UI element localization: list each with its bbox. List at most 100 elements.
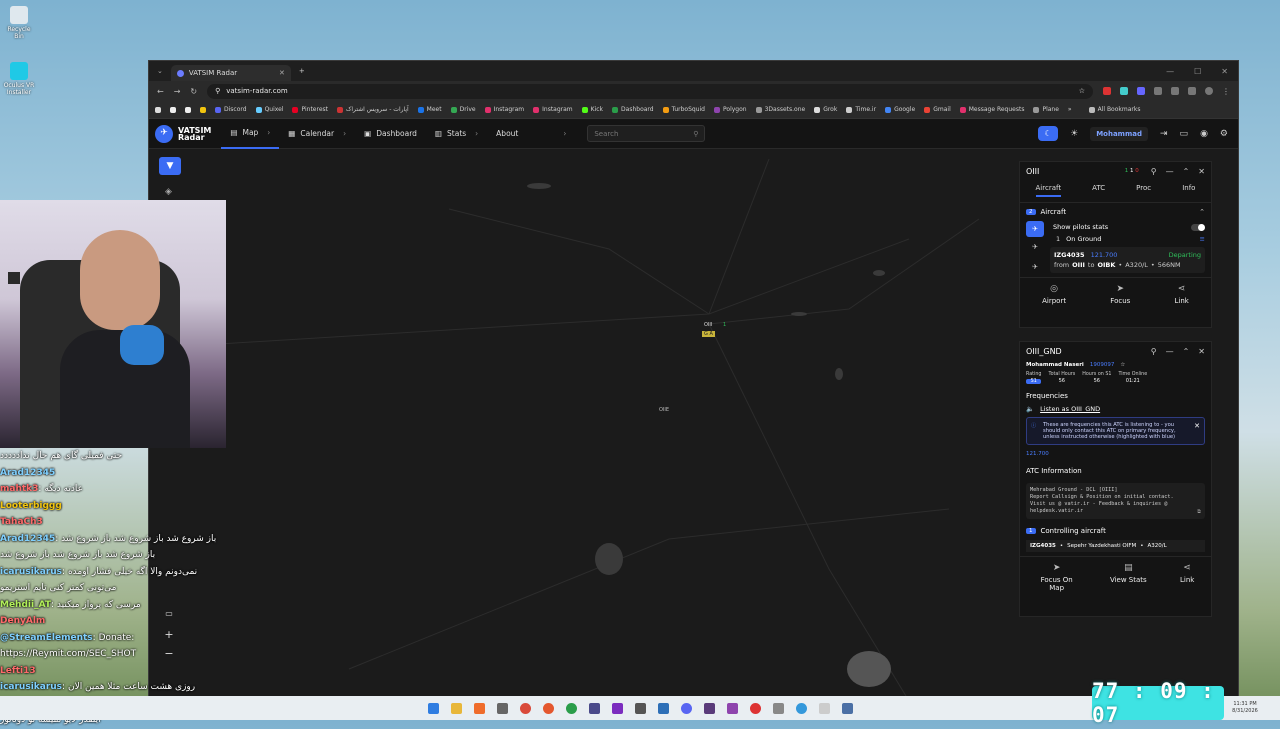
dark-theme-button[interactable]: ☾ — [1038, 126, 1059, 141]
oiie-map-label[interactable]: OIIE — [659, 407, 669, 413]
close-tab-icon[interactable]: ✕ — [279, 69, 285, 77]
chrome-icon[interactable] — [519, 702, 531, 714]
nav-stats[interactable]: ▥ Stats › — [426, 119, 487, 149]
close-panel-icon[interactable]: ✕ — [1198, 347, 1205, 356]
focus-button[interactable]: ➤ Focus — [1110, 284, 1130, 305]
bookmark-shortcut-icon[interactable] — [155, 106, 161, 113]
site-info-icon[interactable]: ⚲ — [215, 87, 220, 95]
extension-icon[interactable] — [1120, 87, 1128, 95]
address-bar[interactable]: ⚲ vatsim-radar.com ☆ — [207, 83, 1093, 99]
link-button[interactable]: ⋖ Link — [1180, 563, 1194, 592]
bookmark-item[interactable]: Meet — [417, 106, 442, 113]
tab-list-icon[interactable]: ⌄ — [149, 67, 171, 75]
link-button[interactable]: ⋖ Link — [1175, 284, 1189, 305]
reload-icon[interactable]: ↻ — [190, 87, 197, 96]
bookmark-item[interactable]: Polygon — [714, 106, 747, 113]
bookmark-item[interactable]: Discord — [215, 106, 247, 113]
radar-map[interactable]: OIII 1 G A OIIE ▼ ◈ ▭ + − OIII 1 1 0 ⚲ —… — [149, 149, 1238, 699]
chrome-active-icon[interactable] — [542, 702, 554, 714]
pin-icon[interactable]: ⚲ — [1151, 167, 1157, 176]
bookmark-item[interactable]: Instagram — [533, 106, 573, 113]
bookmark-item[interactable]: Message Requests — [959, 106, 1024, 113]
tab-info[interactable]: Info — [1182, 184, 1195, 197]
app-icon[interactable] — [795, 702, 807, 714]
tab-aircraft[interactable]: Aircraft — [1035, 184, 1062, 197]
close-alert-icon[interactable]: ✕ — [1194, 422, 1200, 430]
aircraft-section-header[interactable]: 2 Aircraft ⌃ — [1020, 203, 1211, 221]
nav-map[interactable]: ▤ Map › — [221, 119, 280, 149]
new-tab-icon[interactable]: + — [291, 67, 313, 75]
bookmark-item[interactable]: Quixel — [255, 106, 283, 113]
tab-proc[interactable]: Proc — [1136, 184, 1151, 197]
pin-icon[interactable]: ⚲ — [1151, 347, 1157, 356]
listen-link[interactable]: Listen as OIII_GND — [1040, 405, 1100, 413]
controller-cid[interactable]: 1909097 — [1090, 362, 1115, 368]
extension-icon[interactable] — [1154, 87, 1162, 95]
bookmark-item[interactable]: Dashboard — [612, 106, 654, 113]
show-pilots-stats-toggle[interactable] — [1191, 223, 1205, 231]
recycle-bin-icon[interactable]: Recycle Bin — [2, 6, 36, 40]
bookmark-item[interactable]: آپارات - سرویس اشتراک — [337, 106, 409, 113]
focus-on-map-button[interactable]: ➤ Focus On Map — [1037, 563, 1077, 592]
app-icon[interactable] — [818, 702, 830, 714]
browser-tab[interactable]: VATSIM Radar ✕ — [170, 65, 291, 81]
more-bookmarks-icon[interactable]: » — [1068, 106, 1072, 113]
app-icon[interactable] — [634, 702, 646, 714]
user-button[interactable]: Mohammad — [1090, 126, 1148, 141]
tab-atc[interactable]: ATC — [1092, 184, 1105, 197]
bookmark-star-icon[interactable]: ☆ — [1079, 87, 1085, 95]
bookmark-item[interactable]: 3Dassets.one — [755, 106, 805, 113]
minimize-panel-icon[interactable]: — — [1166, 167, 1174, 176]
bookmark-item[interactable]: Kick — [581, 106, 603, 113]
bookmark-shortcut-icon[interactable] — [200, 106, 206, 113]
oculus-installer-icon[interactable]: Oculus VR Installer — [2, 62, 36, 96]
discord-taskbar-icon[interactable] — [680, 702, 692, 714]
extension-icon[interactable] — [1103, 87, 1111, 95]
bookmark-item[interactable]: Instagram — [484, 106, 524, 113]
settings-gear-icon[interactable]: ⚙ — [1220, 129, 1228, 139]
settings-taskbar-icon[interactable] — [841, 702, 853, 714]
app-icon[interactable] — [772, 702, 784, 714]
vatsim-radar-logo[interactable]: ✈ VATSIM Radar — [149, 124, 221, 143]
nav-dashboard[interactable]: ▣ Dashboard — [355, 119, 426, 149]
favorite-star-icon[interactable]: ☆ — [1120, 362, 1125, 368]
bookmark-item[interactable]: Plane — [1033, 106, 1059, 113]
bookmark-item[interactable]: TurboSquid — [662, 106, 705, 113]
arriving-plane-icon[interactable]: ✈ — [1026, 243, 1044, 257]
airport-button[interactable]: ◎ Airport — [1042, 284, 1066, 305]
bookmark-item[interactable]: Time.ir — [846, 106, 876, 113]
vscode-icon[interactable] — [611, 702, 623, 714]
search-input[interactable]: Search ⚲ — [587, 125, 706, 142]
bookmark-item[interactable]: Google — [885, 106, 915, 113]
atc-facility-badge[interactable]: G A — [702, 331, 715, 337]
minimize-panel-icon[interactable]: — — [1166, 347, 1174, 356]
collapse-panel-icon[interactable]: ⌃ — [1183, 167, 1190, 176]
bookmark-item[interactable]: Grok — [814, 106, 837, 113]
ground-plane-icon[interactable]: ✈ — [1026, 263, 1044, 277]
nav-about[interactable]: About › — [487, 119, 575, 149]
nav-calendar[interactable]: ▦ Calendar › — [279, 119, 355, 149]
all-bookmarks-button[interactable]: All Bookmarks — [1088, 106, 1140, 113]
departing-plane-icon[interactable]: ✈ — [1026, 221, 1044, 237]
primary-frequency[interactable]: 121.700 — [1020, 449, 1211, 459]
extension-icon[interactable] — [1137, 87, 1145, 95]
filter-button[interactable]: ▼ — [159, 157, 181, 175]
flight-row[interactable]: IZG4035 121.700 Departing from OIII to O… — [1050, 247, 1205, 273]
document-icon[interactable]: ▭ — [1180, 129, 1189, 139]
view-stats-button[interactable]: ▤ View Stats — [1110, 563, 1147, 592]
minimize-icon[interactable]: — — [1166, 67, 1174, 76]
light-theme-icon[interactable]: ☀ — [1070, 129, 1078, 139]
discord-icon[interactable]: ◉ — [1200, 129, 1208, 139]
rider-icon[interactable] — [726, 702, 738, 714]
sort-icon[interactable]: ≡ — [1200, 235, 1205, 243]
bookmark-item[interactable]: Drive — [450, 106, 476, 113]
extensions-puzzle-icon[interactable] — [1171, 87, 1179, 95]
windows-start-icon[interactable] — [427, 702, 439, 714]
bookmark-item[interactable]: Pinterest — [292, 106, 328, 113]
layers-icon[interactable]: ◈ — [165, 187, 172, 197]
back-icon[interactable]: ← — [157, 87, 164, 96]
app-icon[interactable] — [703, 702, 715, 714]
maximize-icon[interactable]: ☐ — [1194, 67, 1201, 76]
bookmark-shortcut-icon[interactable] — [185, 106, 191, 113]
logout-icon[interactable]: ⇥ — [1160, 129, 1168, 139]
